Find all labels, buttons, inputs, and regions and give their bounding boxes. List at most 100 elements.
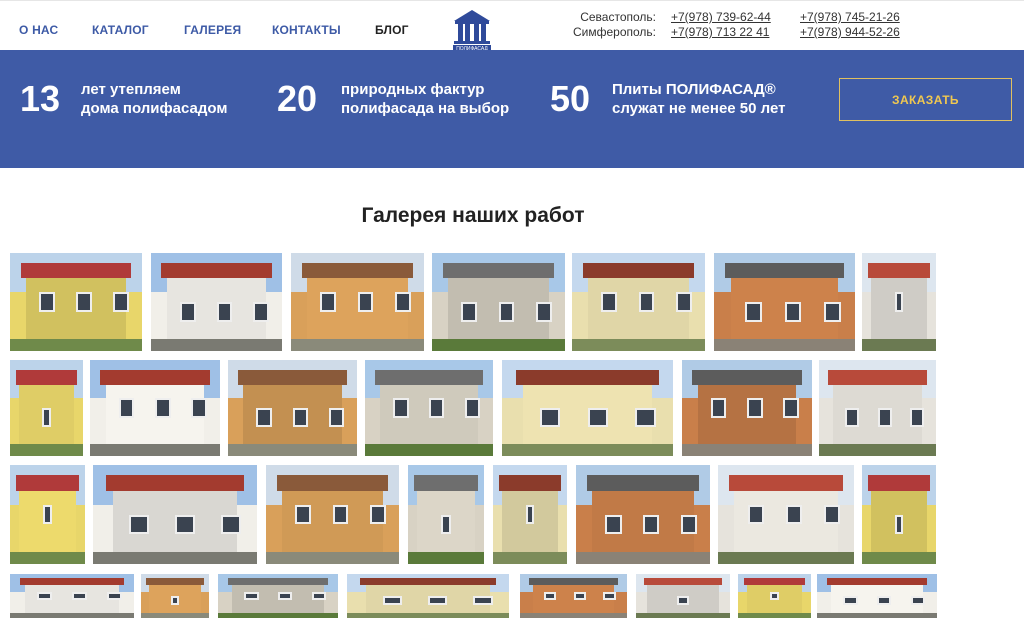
photo-ground [141, 612, 209, 618]
photo-window [710, 398, 727, 418]
gallery-photo[interactable] [10, 360, 83, 456]
photo-window [635, 408, 656, 428]
gallery-photo[interactable] [432, 253, 565, 351]
stat-line: Плиты ПОЛИФАСАД® [612, 81, 776, 98]
photo-window [278, 591, 293, 601]
promo-banner: 13 лет утепляем дома полифасадом 20 прир… [0, 50, 1024, 168]
photo-window [76, 292, 92, 312]
photo-window [573, 591, 587, 601]
photo-ground [817, 612, 937, 618]
photo-window [428, 596, 448, 605]
gallery-photo[interactable] [266, 465, 399, 564]
logo[interactable]: ПОЛИФАСАД [452, 9, 492, 52]
photo-window [843, 596, 858, 605]
photo-roof [828, 369, 927, 385]
photo-window [877, 596, 892, 605]
photo-window [747, 504, 765, 525]
order-button[interactable]: ЗАКАЗАТЬ [839, 78, 1012, 121]
photo-window [535, 302, 552, 322]
gallery-photo[interactable] [576, 465, 710, 564]
photo-window [72, 591, 87, 601]
phone-sevastopol-1[interactable]: +7(978) 739-62-44 [671, 10, 771, 24]
photo-window [643, 514, 660, 535]
gallery-photo[interactable] [819, 360, 936, 456]
phone-sevastopol-2[interactable]: +7(978) 745-21-26 [800, 10, 900, 24]
photo-roof [276, 474, 389, 491]
photo-window [42, 408, 51, 428]
photo-window [770, 591, 779, 601]
photo-roof [643, 578, 723, 586]
gallery-photo[interactable] [714, 253, 855, 351]
gallery-photo[interactable] [10, 574, 134, 618]
phone-simferopol-2[interactable]: +7(978) 944-52-26 [800, 25, 900, 39]
photo-window [605, 514, 622, 535]
photo-ground [502, 444, 673, 456]
photo-window [747, 398, 763, 418]
gallery-photo[interactable] [817, 574, 937, 618]
gallery-photo[interactable] [738, 574, 811, 618]
photo-roof [728, 474, 844, 491]
gallery-photo[interactable] [408, 465, 484, 564]
gallery-photo[interactable] [218, 574, 338, 618]
stat-number-years: 13 [20, 78, 61, 119]
gallery-photo[interactable] [502, 360, 673, 456]
gallery-photo[interactable] [10, 253, 142, 351]
photo-roof [867, 262, 931, 279]
gallery-photo[interactable] [90, 360, 220, 456]
gallery-photo[interactable] [141, 574, 209, 618]
photo-window [106, 591, 122, 601]
gallery-photo[interactable] [520, 574, 627, 618]
photo-ground [682, 444, 812, 456]
photo-window [357, 292, 374, 312]
stat-text-lifetime: Плиты ПОЛИФАСАД® служат не менее 50 лет [612, 80, 785, 118]
nav-about[interactable]: О НАС [19, 23, 58, 37]
photo-window [179, 302, 196, 322]
gallery-photo[interactable] [862, 465, 936, 564]
gallery-photo[interactable] [493, 465, 567, 564]
nav-blog[interactable]: БЛОГ [375, 23, 409, 37]
photo-window [295, 504, 312, 525]
photo-roof [301, 262, 414, 279]
gallery-photo[interactable] [151, 253, 282, 351]
gallery-photo[interactable] [682, 360, 812, 456]
photo-window [783, 398, 799, 418]
photo-ground [10, 552, 85, 564]
gallery-photo[interactable] [228, 360, 357, 456]
nav-gallery[interactable]: ГАЛЕРЕЯ [184, 23, 241, 37]
gallery-photo[interactable] [862, 253, 936, 351]
phone-simferopol-1[interactable]: +7(978) 713 22 41 [671, 25, 769, 39]
photo-window [894, 514, 904, 535]
gallery-photo[interactable] [347, 574, 509, 618]
stat-line: полифасада на выбор [341, 100, 510, 117]
stat-line: природных фактур [341, 81, 485, 98]
photo-window [369, 504, 386, 525]
photo-window [175, 514, 195, 535]
photo-ground [365, 444, 493, 456]
nav-contacts[interactable]: КОНТАКТЫ [272, 23, 341, 37]
nav-catalog[interactable]: КАТАЛОГ [92, 23, 149, 37]
gallery-photo[interactable] [10, 465, 85, 564]
photo-roof [16, 474, 79, 491]
photo-window [320, 292, 337, 312]
gallery-photo[interactable] [291, 253, 424, 351]
gallery-photo[interactable] [365, 360, 493, 456]
photo-window [786, 504, 803, 525]
photo-window [43, 504, 52, 525]
gallery-photo[interactable] [636, 574, 730, 618]
photo-ground [432, 339, 565, 351]
photo-roof [692, 369, 802, 385]
photo-window [39, 292, 55, 312]
gallery-photo[interactable] [572, 253, 705, 351]
gallery-photo[interactable] [718, 465, 854, 564]
photo-window [677, 596, 689, 605]
photo-roof [106, 474, 244, 491]
photo-window [587, 408, 609, 428]
gallery-photo[interactable] [93, 465, 257, 564]
photo-window [464, 398, 481, 418]
stat-line: дома полифасадом [81, 100, 228, 117]
photo-roof [359, 578, 497, 586]
photo-window [539, 408, 561, 428]
photo-roof [582, 262, 695, 279]
city-sevastopol: Севастополь: [580, 10, 656, 24]
photo-roof [586, 474, 700, 491]
